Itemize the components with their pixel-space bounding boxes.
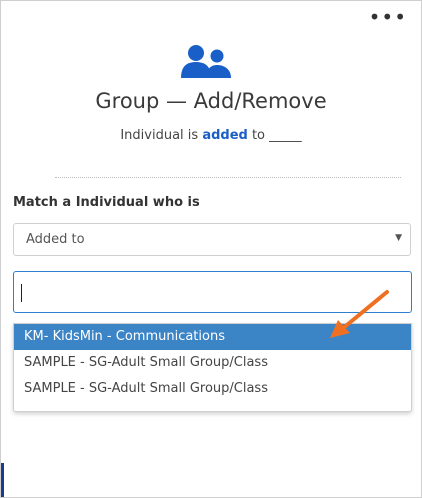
condition-select[interactable]: Added to ▼ [13,223,411,256]
rule-subtitle: Individual is added to _____ [1,128,421,143]
subtitle-keyword: added [202,128,248,143]
subtitle-prefix: Individual is [120,128,203,143]
chevron-down-icon: ▼ [395,233,402,243]
page-title: Group — Add/Remove [95,89,327,113]
orange-arrow-icon [330,290,389,338]
users-group-icon [181,45,231,78]
section-divider [55,177,401,178]
text-cursor [21,284,22,302]
dropdown-option[interactable]: SAMPLE - SG-Adult Small Group/Class [14,350,411,376]
condition-select-value: Added to [26,232,85,247]
match-label: Match a Individual who is [13,195,200,210]
subtitle-suffix: to _____ [247,128,302,143]
left-edge-accent [1,463,4,497]
automation-card: ••• Group — Add/Remove Individual is add… [0,0,422,498]
dropdown-option[interactable]: SAMPLE - SG-Adult Small Group/Class [14,376,411,402]
more-options-button[interactable]: ••• [369,7,407,27]
